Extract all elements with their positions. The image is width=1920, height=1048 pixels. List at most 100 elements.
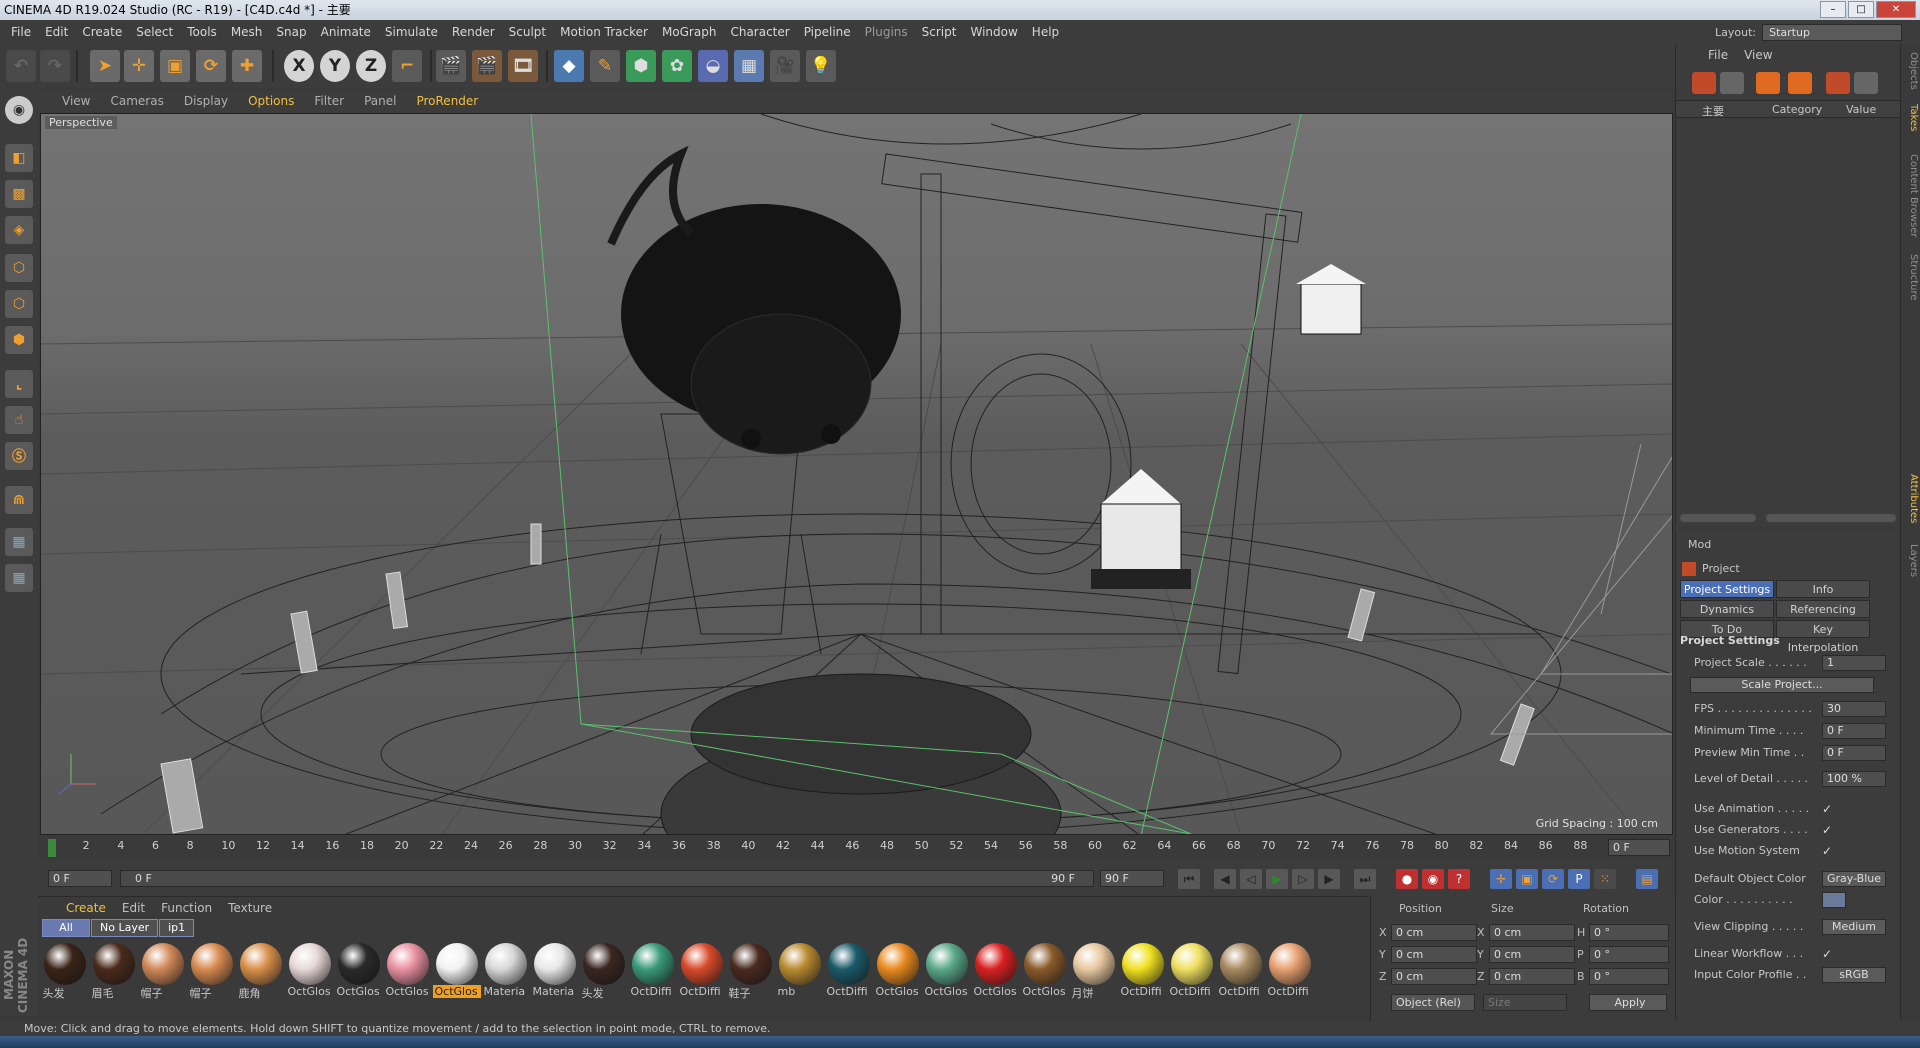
menu-animate[interactable]: Animate	[314, 25, 378, 39]
light-icon[interactable]: 💡	[806, 50, 836, 82]
position-field[interactable]: 0 cm	[1391, 924, 1477, 941]
next-frame-icon[interactable]: ▷	[1292, 869, 1314, 889]
render-view-icon[interactable]: 🎬	[436, 50, 466, 82]
keyframe-selection-icon[interactable]: ?	[1448, 869, 1470, 889]
floor-icon[interactable]: ▦	[734, 50, 764, 82]
menu-select[interactable]: Select	[129, 25, 180, 39]
redo-icon[interactable]: ↷	[40, 50, 70, 82]
points-mode-icon[interactable]: ⬡	[5, 254, 33, 282]
rotation-field[interactable]: 0 °	[1589, 946, 1669, 963]
make-editable-icon[interactable]: ◧	[5, 144, 33, 172]
current-frame-field[interactable]: 0 F	[1608, 839, 1670, 856]
key-pla-icon[interactable]: ⁙	[1594, 869, 1616, 889]
undo-icon[interactable]: ↶	[6, 50, 36, 82]
attribute-field[interactable]: 30	[1822, 701, 1886, 717]
size-field[interactable]: 0 cm	[1489, 968, 1575, 985]
x-axis-lock-icon[interactable]: X	[284, 50, 314, 82]
material-menu-texture[interactable]: Texture	[220, 901, 280, 915]
viewport-menu-prorender[interactable]: ProRender	[406, 94, 488, 108]
attribute-checkbox[interactable]: ✓	[1822, 821, 1832, 839]
go-to-start-icon[interactable]: ⏮	[1178, 869, 1200, 889]
previous-key-icon[interactable]: ◀	[1214, 869, 1236, 889]
menu-sculpt[interactable]: Sculpt	[502, 25, 553, 39]
viewport-menu-cameras[interactable]: Cameras	[100, 94, 173, 108]
attribute-dropdown[interactable]: Gray-Blue	[1822, 871, 1886, 887]
play-icon[interactable]: ▶	[1266, 869, 1288, 889]
menu-file[interactable]: File	[4, 25, 38, 39]
material-swatch[interactable]: 头发	[579, 943, 628, 1001]
material-swatch[interactable]: 鹿角	[236, 943, 285, 1001]
live-selection-icon[interactable]: ✚	[232, 50, 262, 82]
material-swatch[interactable]: 眉毛	[89, 943, 138, 1001]
pen-spline-icon[interactable]: ✎	[590, 50, 620, 82]
menu-pipeline[interactable]: Pipeline	[797, 25, 858, 39]
lock-overrides-icon[interactable]	[1788, 72, 1812, 94]
filter-icon[interactable]	[1826, 72, 1850, 94]
key-position-icon[interactable]: ✛	[1490, 869, 1512, 889]
side-tab-takes[interactable]: Takes	[1903, 104, 1919, 131]
viewport-menu-panel[interactable]: Panel	[354, 94, 406, 108]
material-swatch[interactable]: OctGlos	[922, 943, 971, 1001]
material-swatch[interactable]: 鞋子	[726, 943, 775, 1001]
attribute-checkbox[interactable]: ✓	[1822, 800, 1832, 818]
material-swatch[interactable]: OctDiffi	[1167, 943, 1216, 1001]
attribute-field[interactable]: 0 F	[1822, 723, 1886, 739]
menu-create[interactable]: Create	[75, 25, 129, 39]
workplane-icon[interactable]: ◈	[5, 216, 33, 244]
attribute-field[interactable]: 100 %	[1822, 771, 1886, 787]
cloner-icon[interactable]: ✿	[662, 50, 692, 82]
material-swatch[interactable]: OctDiffi	[1216, 943, 1265, 1001]
menu-simulate[interactable]: Simulate	[378, 25, 445, 39]
material-filter-tab[interactable]: ip1	[159, 919, 195, 937]
tab-referencing[interactable]: Referencing	[1776, 600, 1870, 618]
axis-mode-icon[interactable]: ⌞	[5, 370, 33, 398]
attribute-checkbox[interactable]: ✓	[1822, 945, 1832, 963]
material-swatch[interactable]: 帽子	[138, 943, 187, 1001]
polygons-mode-icon[interactable]: ⬢	[5, 326, 33, 354]
record-active-icon[interactable]: ●	[1396, 869, 1418, 889]
material-swatch[interactable]: OctDiffi	[1118, 943, 1167, 1001]
select-arrow-icon[interactable]: ➤	[90, 50, 120, 82]
material-swatch[interactable]: OctDiffi	[824, 943, 873, 1001]
tab-dynamics[interactable]: Dynamics	[1680, 600, 1774, 618]
menu-snap[interactable]: Snap	[269, 25, 313, 39]
override-icon[interactable]	[1720, 72, 1744, 94]
menu-plugins[interactable]: Plugins	[858, 25, 915, 39]
color-swatch[interactable]	[1822, 892, 1846, 908]
layout-dropdown[interactable]: Startup	[1762, 23, 1903, 41]
mode-menu[interactable]: Mod	[1688, 538, 1711, 551]
material-filter-tab[interactable]: All	[42, 919, 90, 937]
material-swatch[interactable]: OctGlos	[971, 943, 1020, 1001]
material-filter-tab[interactable]: No Layer	[91, 919, 159, 937]
render-settings-icon[interactable]: 🎞	[508, 50, 538, 82]
timeline-icon[interactable]: ▤	[1636, 869, 1658, 889]
key-scale-icon[interactable]: ▣	[1516, 869, 1538, 889]
material-swatch[interactable]: 帽子	[187, 943, 236, 1001]
size-field[interactable]: 0 cm	[1489, 924, 1575, 941]
side-tab-attributes[interactable]: Attributes	[1903, 474, 1919, 523]
menu-render[interactable]: Render	[445, 25, 502, 39]
material-swatch[interactable]: OctGlos	[383, 943, 432, 1001]
size-mode-dropdown[interactable]: Size	[1483, 994, 1567, 1011]
workplane-grid-icon[interactable]: ▦	[5, 528, 33, 556]
snap-icon[interactable]: ⋒	[5, 486, 33, 514]
time-cursor[interactable]	[48, 839, 56, 857]
auto-take-icon[interactable]	[1756, 72, 1780, 94]
take-options-icon[interactable]	[1854, 72, 1878, 94]
attribute-dropdown[interactable]: sRGB	[1822, 967, 1886, 983]
go-to-end-icon[interactable]: ⏭	[1354, 869, 1376, 889]
rotate-icon[interactable]: ⟳	[196, 50, 226, 82]
texture-mode-icon[interactable]: ▩	[5, 180, 33, 208]
attribute-checkbox[interactable]: ✓	[1822, 842, 1832, 860]
menu-script[interactable]: Script	[915, 25, 964, 39]
edges-mode-icon[interactable]: ⬡	[5, 290, 33, 318]
apply-button[interactable]: Apply	[1589, 994, 1667, 1011]
close-button[interactable]: ✕	[1876, 1, 1916, 18]
material-menu-create[interactable]: Create	[58, 901, 114, 915]
scale-project-button[interactable]: Scale Project...	[1690, 677, 1874, 693]
object-menu-file[interactable]: File	[1700, 48, 1736, 62]
tab-project-settings[interactable]: Project Settings	[1680, 580, 1774, 598]
perspective-viewport[interactable]: Perspective Grid Spacing : 100 cm	[40, 113, 1673, 835]
coordinate-mode-dropdown[interactable]: Object (Rel)	[1391, 994, 1475, 1011]
material-swatch[interactable]: OctGlos	[873, 943, 922, 1001]
